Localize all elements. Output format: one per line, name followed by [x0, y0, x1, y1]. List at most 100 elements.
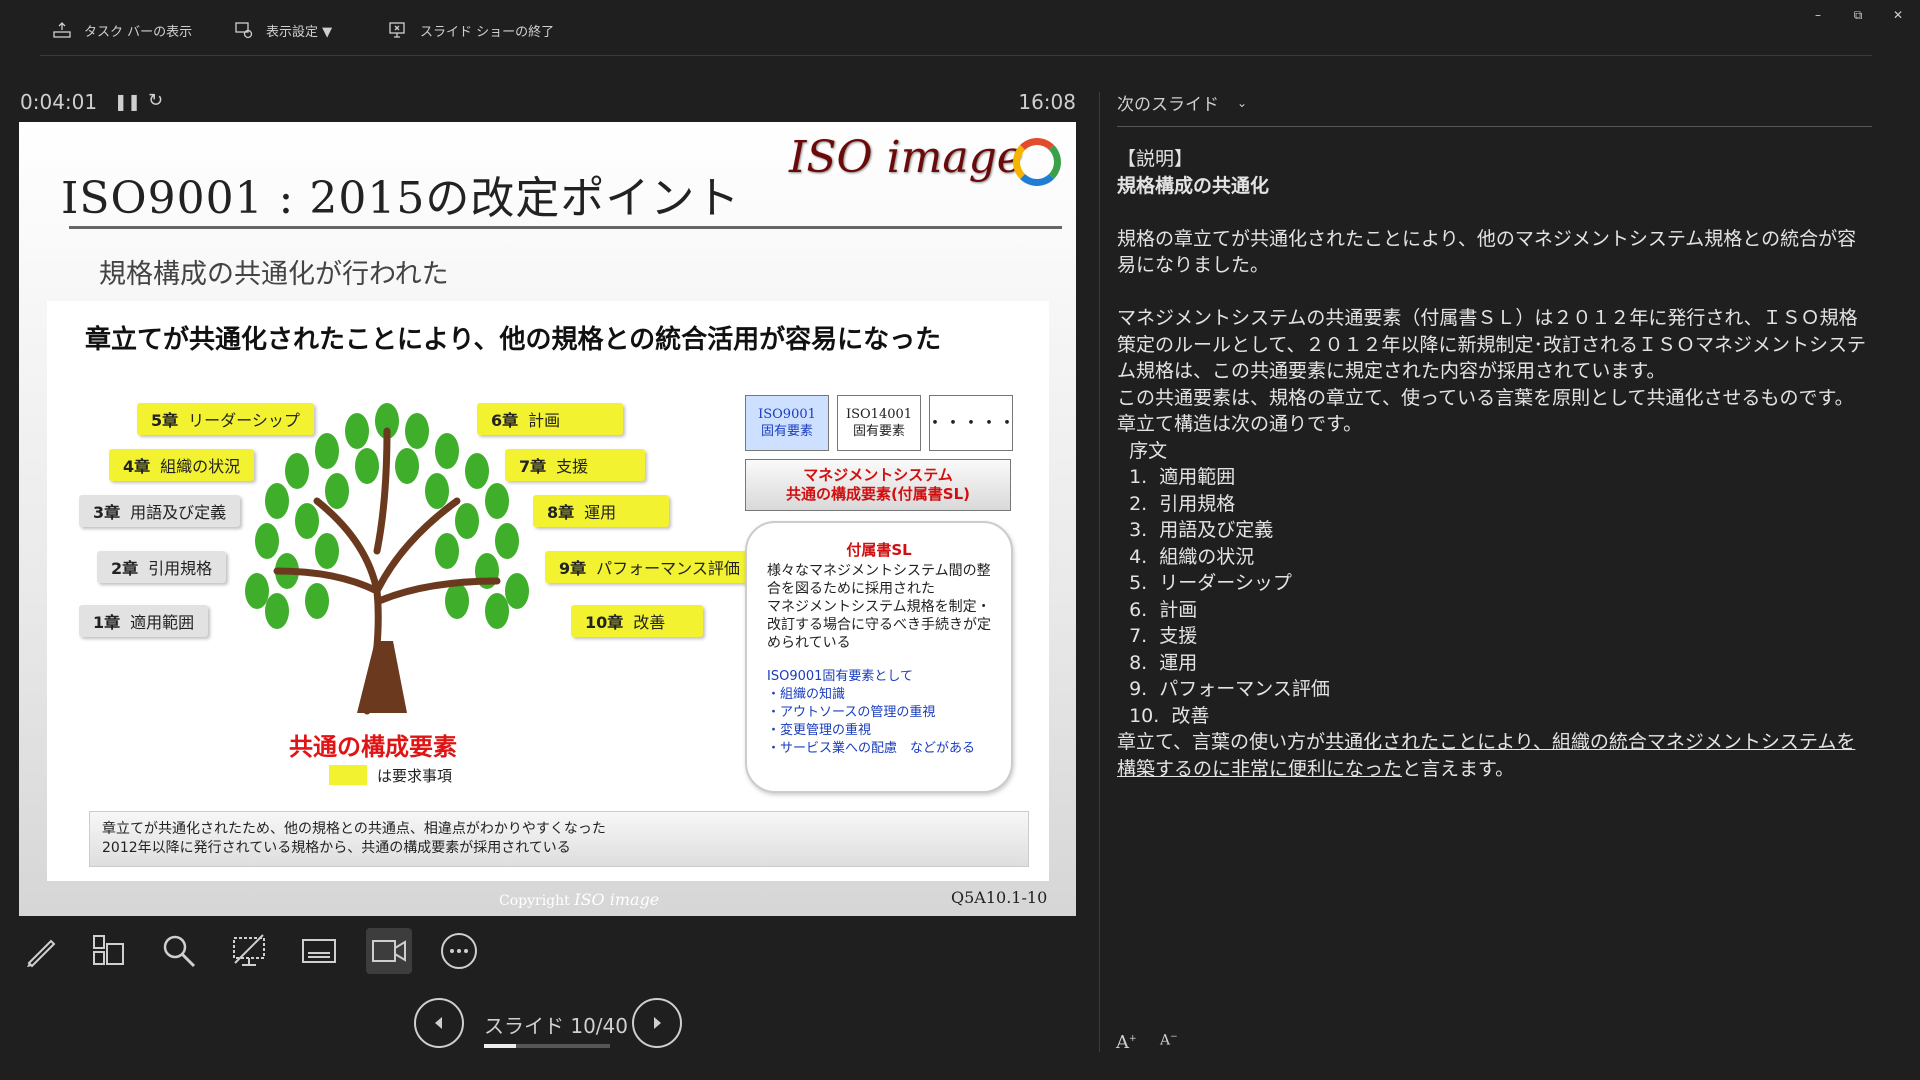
logo-ring-icon: [1013, 138, 1061, 186]
display-settings-button[interactable]: 表示設定 ▼: [234, 20, 332, 40]
title-rule: [69, 226, 1062, 229]
management-system-box: マネジメントシステム 共通の構成要素(付属書SL): [745, 459, 1011, 511]
chapter-1-label: 1章 適用範囲: [79, 605, 209, 637]
annex-sl-callout: 付属書SL 様々なマネジメントシステム間の整合を図るために採用された マネジメン…: [745, 521, 1013, 793]
zoom-button[interactable]: [156, 928, 202, 974]
next-slide-button[interactable]: [632, 998, 682, 1048]
slide-code: Q5A10.1-10: [951, 888, 1048, 907]
chapter-8-label: 8章 運用: [533, 495, 669, 527]
notes-spacer: [1117, 279, 1872, 306]
notes-list-item: 2. 引用規格: [1117, 492, 1236, 515]
current-time: 16:08: [1018, 90, 1076, 114]
tree-illustration: [245, 403, 529, 715]
notes-paragraph-3: この共通要素は、規格の章立て、使っている言葉を原則として共通化させるものです。: [1117, 386, 1854, 409]
subtitles-button[interactable]: [296, 928, 342, 974]
elapsed-timer: 0:04:01: [20, 90, 98, 114]
close-icon: ✕: [1892, 8, 1904, 22]
notes-heading-bracket: 【説明】: [1117, 148, 1194, 170]
chapter-5-label: 5章 リーダーシップ: [137, 403, 314, 435]
next-slide-rule: [1117, 126, 1872, 127]
slide-headline: 章立てが共通化されたことにより、他の規格との統合活用が容易になった: [85, 325, 942, 355]
notes-list-item: 9. パフォーマンス評価: [1117, 678, 1330, 700]
slide-counter: スライド 10/40: [484, 1014, 628, 1038]
end-slideshow-icon: [389, 22, 405, 38]
all-slides-button[interactable]: [86, 928, 132, 974]
notes-list-item: 1. 適用範囲: [1117, 466, 1236, 488]
current-slide[interactable]: ISO9001 : 2015の改定ポイント ISO image 規格構成の共通化…: [19, 122, 1076, 916]
black-screen-button[interactable]: [226, 928, 272, 974]
minimize-button[interactable]: –: [1800, 4, 1836, 26]
end-slideshow-label: スライド ショーの終了: [420, 24, 555, 40]
end-slideshow-button[interactable]: スライド ショーの終了: [388, 20, 554, 40]
pen-icon: [27, 939, 56, 968]
slide-subtitle: 規格構成の共通化が行われた: [99, 259, 449, 290]
taskbar-icon: [53, 22, 71, 38]
restore-button[interactable]: ⧉: [1840, 4, 1876, 26]
copyright: Copyright ISO image: [499, 890, 660, 909]
chapter-3-label: 3章 用語及び定義: [79, 495, 241, 527]
next-slide-dropdown[interactable]: 次のスライド ⌄: [1117, 90, 1247, 115]
chevron-right-icon: [654, 1017, 661, 1029]
screen-slash-icon: [233, 934, 265, 966]
chapter-10-label: 10章 改善: [571, 605, 703, 637]
slide-progress-bar: [484, 1044, 610, 1048]
magnifier-icon: [163, 935, 196, 968]
speaker-notes[interactable]: 【説明】 規格構成の共通化 規格の章立てが共通化されたことにより、他のマネジメン…: [1117, 146, 1872, 782]
camera-icon: [372, 940, 406, 962]
top-toolbar: タスク バーの表示 表示設定 ▼ スライド ショーの終了 – ⧉ ✕: [0, 0, 1920, 56]
legend-label: は要求事項: [377, 767, 453, 785]
notes-paragraph-2: マネジメントシステムの共通要素（付属書ＳＬ）は２０１２年に発行され、ＩＳＯ規格策…: [1117, 307, 1866, 382]
notes-list-item: 序文: [1117, 439, 1168, 462]
decrease-font-button[interactable]: A−: [1160, 1032, 1178, 1049]
slide-progress-fill: [484, 1044, 516, 1048]
iso-image-logo: ISO image: [789, 132, 1023, 183]
chapter-7-label: 7章 支援: [505, 449, 645, 481]
ellipsis-icon: [441, 933, 477, 969]
notes-list-item: 10. 改善: [1117, 704, 1210, 727]
common-elements-label: 共通の構成要素: [289, 733, 457, 761]
close-button[interactable]: ✕: [1880, 4, 1916, 26]
slide-note-bar: 章立てが共通化されたため、他の規格との共通点、相違点がわかりやすくなった 201…: [89, 811, 1029, 867]
chapter-9-label: 9章 パフォーマンス評価: [545, 551, 754, 583]
notes-list-item: 6. 計画: [1117, 598, 1198, 621]
display-settings-label: 表示設定 ▼: [266, 24, 333, 40]
restore-icon: ⧉: [1853, 7, 1863, 22]
slide-content-panel: 章立てが共通化されたことにより、他の規格との統合活用が容易になった 5章 リーダー…: [47, 301, 1049, 881]
notes-paragraph-1: 規格の章立てが共通化されたことにより、他のマネジメントシステム規格との統合が容易…: [1117, 227, 1857, 277]
restart-timer-icon[interactable]: ↻: [148, 90, 163, 111]
annex-iso9001-notes: ISO9001固有要素として ・組織の知識 ・アウトソースの管理の重視 ・変更管…: [767, 669, 976, 756]
iso9001-box: ISO9001 固有要素: [745, 395, 829, 451]
increase-font-button[interactable]: A+: [1116, 1032, 1137, 1053]
chevron-down-icon: ⌄: [1237, 95, 1248, 110]
notes-list-item: 7. 支援: [1117, 625, 1198, 647]
pen-tool-button[interactable]: [18, 928, 64, 974]
iso14001-box: ISO14001 固有要素: [837, 395, 921, 451]
notes-list-item: 8. 運用: [1117, 651, 1198, 674]
notes-spacer: [1117, 199, 1872, 226]
note-line-1: 章立てが共通化されたため、他の規格との共通点、相違点がわかりやすくなった: [102, 821, 606, 837]
notes-paragraph-4: 章立て構造は次の通りです。: [1117, 413, 1363, 435]
show-taskbar-label: タスク バーの表示: [84, 24, 193, 40]
notes-heading: 規格構成の共通化: [1117, 174, 1270, 197]
notes-list-item: 5. リーダーシップ: [1117, 572, 1292, 594]
grid-icon: [93, 935, 124, 965]
notes-list-item: 3. 用語及び定義: [1117, 519, 1274, 541]
pause-icon[interactable]: ❚❚: [114, 92, 141, 111]
previous-slide-button[interactable]: [414, 998, 464, 1048]
minimize-icon: –: [1815, 8, 1821, 22]
show-taskbar-button[interactable]: タスク バーの表示: [52, 20, 192, 40]
next-slide-label: 次のスライド: [1117, 95, 1219, 115]
chapter-4-label: 4章 組織の状況: [109, 449, 255, 481]
subtitles-icon: [302, 939, 336, 963]
annex-title: 付属書SL: [846, 541, 912, 559]
camera-button[interactable]: [366, 928, 412, 974]
more-options-button[interactable]: [436, 928, 482, 974]
chapter-2-label: 2章 引用規格: [97, 551, 227, 583]
note-line-2: 2012年以降に発行されている規格から、共通の構成要素が採用されている: [102, 840, 571, 856]
toolbar-divider: [40, 55, 1872, 56]
slide-title: ISO9001 : 2015の改定ポイント: [61, 173, 741, 224]
pane-divider: [1099, 92, 1100, 1052]
other-standards-box: ・・・・・: [926, 395, 1016, 451]
chapter-6-label: 6章 計画: [477, 403, 623, 435]
notes-list-item: 4. 組織の状況: [1117, 545, 1255, 568]
